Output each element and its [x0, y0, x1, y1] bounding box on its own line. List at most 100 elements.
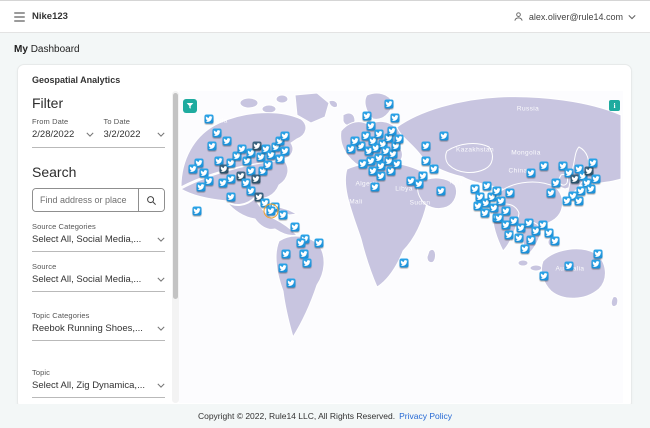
hamburger-menu-icon[interactable] — [14, 11, 25, 22]
map-marker[interactable] — [362, 111, 372, 121]
twitter-bird-icon — [253, 176, 260, 183]
map-marker[interactable] — [196, 182, 206, 192]
map-marker[interactable] — [281, 249, 291, 259]
chevron-down-icon — [157, 383, 165, 388]
map-marker[interactable] — [278, 263, 288, 273]
map-marker[interactable] — [496, 196, 506, 206]
map-filter-button[interactable] — [183, 99, 197, 113]
privacy-policy-link[interactable]: Privacy Policy — [399, 411, 452, 421]
map-marker[interactable] — [482, 181, 492, 191]
map-marker[interactable] — [429, 164, 439, 174]
map-marker[interactable] — [346, 144, 356, 154]
map-marker[interactable] — [204, 176, 214, 186]
map-marker[interactable] — [302, 258, 312, 268]
user-menu[interactable]: alex.oliver@rule14.com — [513, 11, 636, 22]
twitter-bird-icon — [522, 246, 529, 253]
info-icon: i — [613, 101, 616, 110]
map-marker[interactable] — [480, 208, 490, 218]
topic-categories-select[interactable]: Topic Categories Reebok Running Shoes,..… — [32, 311, 165, 341]
topic-select[interactable]: Topic Select All, Zig Dynamica,... — [32, 368, 165, 398]
map-marker[interactable] — [390, 113, 400, 123]
map-info-button[interactable]: i — [609, 100, 620, 111]
map-marker[interactable] — [539, 271, 549, 281]
twitter-bird-icon — [506, 232, 513, 239]
map-marker[interactable] — [504, 230, 514, 240]
map-marker[interactable] — [266, 150, 276, 160]
map-marker[interactable] — [439, 131, 449, 141]
map-marker[interactable] — [539, 161, 549, 171]
map-marker[interactable] — [576, 186, 586, 196]
map-marker[interactable] — [591, 259, 601, 269]
map-marker[interactable] — [251, 174, 261, 184]
map-marker[interactable] — [564, 261, 574, 271]
map-marker[interactable] — [593, 249, 603, 259]
twitter-bird-icon — [254, 143, 261, 150]
map-marker[interactable] — [586, 184, 596, 194]
scrollbar-thumb[interactable] — [173, 93, 178, 299]
map-marker[interactable] — [520, 244, 530, 254]
map-marker[interactable] — [526, 235, 536, 245]
map-marker[interactable] — [275, 154, 285, 164]
map-marker[interactable] — [421, 141, 431, 151]
map-marker[interactable] — [546, 188, 556, 198]
map-marker[interactable] — [226, 174, 236, 184]
map-marker[interactable] — [492, 186, 502, 196]
map-marker[interactable] — [551, 178, 561, 188]
search-button[interactable] — [138, 189, 164, 211]
map-marker[interactable] — [222, 136, 232, 146]
map-marker[interactable] — [591, 174, 601, 184]
map-marker[interactable] — [366, 156, 376, 166]
map-marker[interactable] — [370, 182, 380, 192]
to-date-select[interactable]: To Date 3/2/2022 — [104, 117, 166, 140]
twitter-bird-icon — [431, 166, 438, 173]
map-marker[interactable] — [204, 114, 214, 124]
map-marker[interactable] — [290, 222, 300, 232]
map-marker[interactable] — [237, 144, 247, 154]
map-marker[interactable] — [192, 206, 202, 216]
map-marker[interactable] — [436, 186, 446, 196]
map-marker[interactable] — [212, 128, 222, 138]
map[interactable]: Canada Russia Kazakhstan Mongolia China Iran A… — [179, 91, 623, 403]
search-heading: Search — [32, 164, 77, 180]
from-date-select[interactable]: From Date 2/28/2022 — [32, 117, 94, 140]
map-marker[interactable] — [414, 179, 424, 189]
map-marker[interactable] — [218, 178, 228, 188]
map-marker[interactable] — [286, 278, 296, 288]
map-marker[interactable] — [358, 159, 368, 169]
twitter-bird-icon — [298, 240, 305, 247]
map-marker[interactable] — [574, 196, 584, 206]
map-marker[interactable] — [550, 236, 560, 246]
map-marker[interactable] — [188, 164, 198, 174]
map-marker[interactable] — [207, 141, 217, 151]
source-select[interactable]: Source Select All, Social Media,... — [32, 262, 165, 292]
map-marker[interactable] — [299, 249, 309, 259]
map-marker[interactable] — [399, 258, 409, 268]
map-marker[interactable] — [526, 168, 536, 178]
copyright-text: Copyright © 2022, Rule14 LLC, All Rights… — [197, 411, 396, 421]
map-marker[interactable] — [263, 160, 273, 170]
map-marker[interactable] — [392, 159, 402, 169]
map-marker[interactable] — [226, 192, 236, 202]
map-marker[interactable] — [376, 171, 386, 181]
map-marker[interactable] — [384, 99, 394, 109]
map-marker[interactable] — [388, 149, 398, 159]
map-marker[interactable] — [514, 233, 524, 243]
map-marker[interactable] — [296, 238, 306, 248]
twitter-bird-icon — [593, 176, 600, 183]
map-marker[interactable] — [562, 196, 572, 206]
search-input[interactable] — [33, 189, 138, 211]
map-marker[interactable] — [242, 156, 252, 166]
map-marker[interactable] — [263, 203, 279, 219]
source-categories-select[interactable]: Source Categories Select All, Social Med… — [32, 222, 165, 252]
map-marker[interactable] — [314, 238, 324, 248]
twitter-bird-icon — [194, 208, 201, 215]
map-marker[interactable] — [278, 210, 288, 220]
map-marker[interactable] — [374, 129, 384, 139]
map-marker[interactable] — [252, 141, 262, 151]
map-marker[interactable] — [394, 134, 404, 144]
map-marker[interactable] — [505, 188, 515, 198]
map-marker[interactable] — [280, 131, 290, 141]
twitter-bird-icon — [283, 251, 290, 258]
map-marker[interactable] — [588, 158, 598, 168]
panel-scrollbar[interactable] — [172, 91, 179, 403]
